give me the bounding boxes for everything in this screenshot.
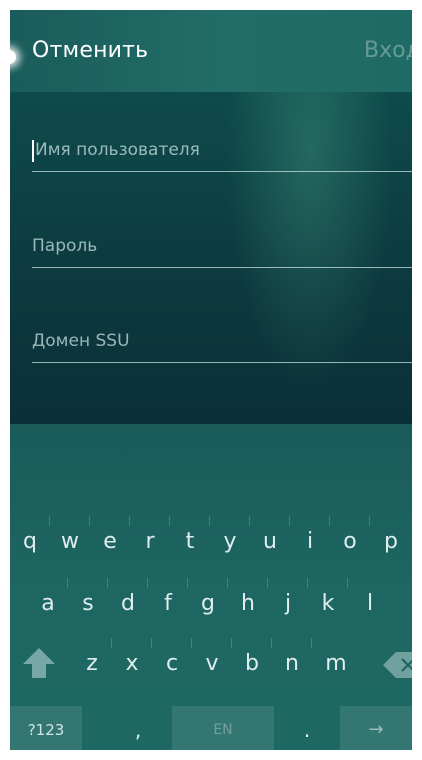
dialog-header: Отменить Вход: [10, 10, 412, 92]
key-e[interactable]: e: [90, 514, 130, 570]
comma-key[interactable]: ,: [118, 706, 158, 750]
key-p[interactable]: p: [370, 514, 412, 570]
login-form: Имя пользователя Пароль Домен SSU: [10, 92, 412, 424]
key-x[interactable]: x: [112, 636, 152, 692]
password-placeholder: Пароль: [32, 236, 98, 256]
key-a[interactable]: a: [28, 576, 68, 632]
virtual-keyboard: q w e r t y u i o p a s d f g h j k l z …: [10, 424, 412, 750]
password-underline: [32, 267, 412, 268]
key-c[interactable]: c: [152, 636, 192, 692]
text-caret: [32, 140, 34, 162]
key-q[interactable]: q: [10, 514, 50, 570]
username-underline: [32, 171, 412, 172]
key-w[interactable]: w: [50, 514, 90, 570]
period-key[interactable]: .: [292, 706, 322, 750]
shift-arrow-icon[interactable]: [22, 646, 56, 680]
key-o[interactable]: o: [330, 514, 370, 570]
key-d[interactable]: d: [108, 576, 148, 632]
pulley-indicator-glow: [10, 50, 16, 64]
key-y[interactable]: y: [210, 514, 250, 570]
key-h[interactable]: h: [228, 576, 268, 632]
symbols-key[interactable]: ?123: [10, 706, 82, 750]
key-u[interactable]: u: [250, 514, 290, 570]
key-i[interactable]: i: [290, 514, 330, 570]
key-z[interactable]: z: [72, 636, 112, 692]
cancel-button[interactable]: Отменить: [32, 38, 148, 63]
ssu-domain-underline: [32, 362, 412, 363]
key-n[interactable]: n: [272, 636, 312, 692]
key-s[interactable]: s: [68, 576, 108, 632]
key-f[interactable]: f: [148, 576, 188, 632]
username-field[interactable]: Имя пользователя: [32, 124, 412, 172]
key-g[interactable]: g: [188, 576, 228, 632]
key-b[interactable]: b: [232, 636, 272, 692]
language-space-key[interactable]: EN: [172, 706, 274, 750]
ssu-domain-field[interactable]: Домен SSU: [32, 315, 412, 363]
key-j[interactable]: j: [268, 576, 308, 632]
ssu-domain-placeholder: Домен SSU: [32, 331, 130, 351]
key-m[interactable]: m: [312, 636, 360, 692]
password-field[interactable]: Пароль: [32, 220, 412, 268]
enter-key[interactable]: →: [340, 706, 412, 750]
key-l[interactable]: l: [348, 576, 392, 632]
key-t[interactable]: t: [170, 514, 210, 570]
key-k[interactable]: k: [308, 576, 348, 632]
username-placeholder: Имя пользователя: [35, 140, 200, 160]
login-dialog: Отменить Вход Имя пользователя Пароль До…: [10, 10, 412, 750]
backspace-icon[interactable]: [382, 650, 412, 680]
key-r[interactable]: r: [130, 514, 170, 570]
login-button[interactable]: Вход: [364, 38, 412, 63]
key-v[interactable]: v: [192, 636, 232, 692]
